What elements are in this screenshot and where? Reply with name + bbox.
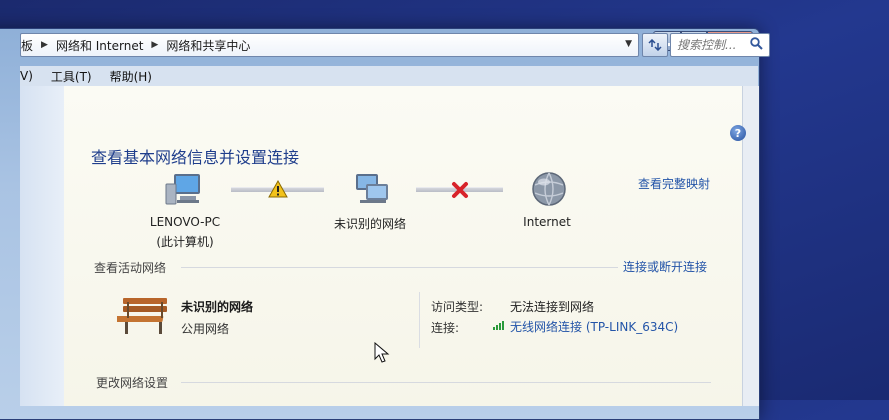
search-icon[interactable]: [750, 37, 763, 54]
breadcrumb-separator-icon[interactable]: ▶: [41, 40, 48, 50]
warning-icon[interactable]: [268, 180, 288, 198]
mouse-cursor-icon: [374, 342, 390, 363]
map-node-label[interactable]: Internet: [507, 215, 587, 229]
refresh-icon: [648, 39, 662, 51]
help-icon[interactable]: ?: [730, 125, 746, 141]
map-node-label[interactable]: 未识别的网络: [318, 215, 422, 232]
search-input[interactable]: [671, 34, 751, 56]
section-divider: [181, 382, 711, 383]
menu-help[interactable]: 帮助(H): [110, 68, 152, 85]
column-divider: [419, 292, 420, 348]
connect-disconnect-link[interactable]: 连接或断开连接: [623, 258, 707, 275]
menu-tools[interactable]: 工具(T): [51, 68, 92, 85]
navigation-pane: [20, 86, 64, 406]
breadcrumb-item[interactable]: 网络和 Internet: [56, 37, 143, 54]
search-box: [670, 33, 770, 57]
breadcrumb-item[interactable]: 板: [21, 37, 33, 54]
map-node-label[interactable]: LENOVO-PC: [132, 215, 238, 229]
menu-view[interactable]: V): [20, 69, 33, 83]
connection-label: 连接:: [431, 321, 460, 335]
map-node-sublabel: (此计算机): [156, 235, 214, 249]
breadcrumb-separator-icon[interactable]: ▶: [151, 40, 158, 50]
refresh-button[interactable]: [642, 33, 668, 57]
access-type-value: 无法连接到网络: [510, 300, 595, 314]
computer-icon[interactable]: [164, 172, 204, 206]
breadcrumb-item[interactable]: 网络和共享中心: [166, 37, 250, 54]
park-bench-icon[interactable]: [117, 296, 171, 336]
breadcrumb-label: 网络和 Internet: [55, 38, 144, 53]
red-x-icon[interactable]: [451, 181, 469, 199]
section-title-active-networks: 查看活动网络: [94, 261, 167, 275]
breadcrumb-label: 网络和共享中心: [166, 38, 251, 53]
wireless-connection-link[interactable]: 无线网络连接 (TP-LINK_634C): [510, 318, 678, 335]
network-icon[interactable]: [352, 172, 392, 206]
full-map-link[interactable]: 查看完整映射: [638, 175, 710, 192]
menu-bar: V) 工具(T) 帮助(H): [20, 66, 758, 86]
breadcrumb-label: 板: [21, 38, 34, 53]
section-title-change-settings: 更改网络设置: [96, 376, 169, 390]
active-network-name: 未识别的网络: [181, 300, 254, 314]
access-type-label: 访问类型:: [431, 300, 484, 314]
page-title: 查看基本网络信息并设置连接: [91, 148, 300, 167]
section-divider: [181, 267, 618, 268]
active-network-type-link[interactable]: 公用网络: [181, 320, 229, 337]
address-dropdown-icon[interactable]: ▼: [625, 39, 632, 49]
address-bar[interactable]: 板 ▶ 网络和 Internet ▶ 网络和共享中心 ▼: [20, 33, 639, 57]
wifi-signal-icon: [493, 321, 504, 330]
globe-icon[interactable]: [531, 171, 567, 207]
